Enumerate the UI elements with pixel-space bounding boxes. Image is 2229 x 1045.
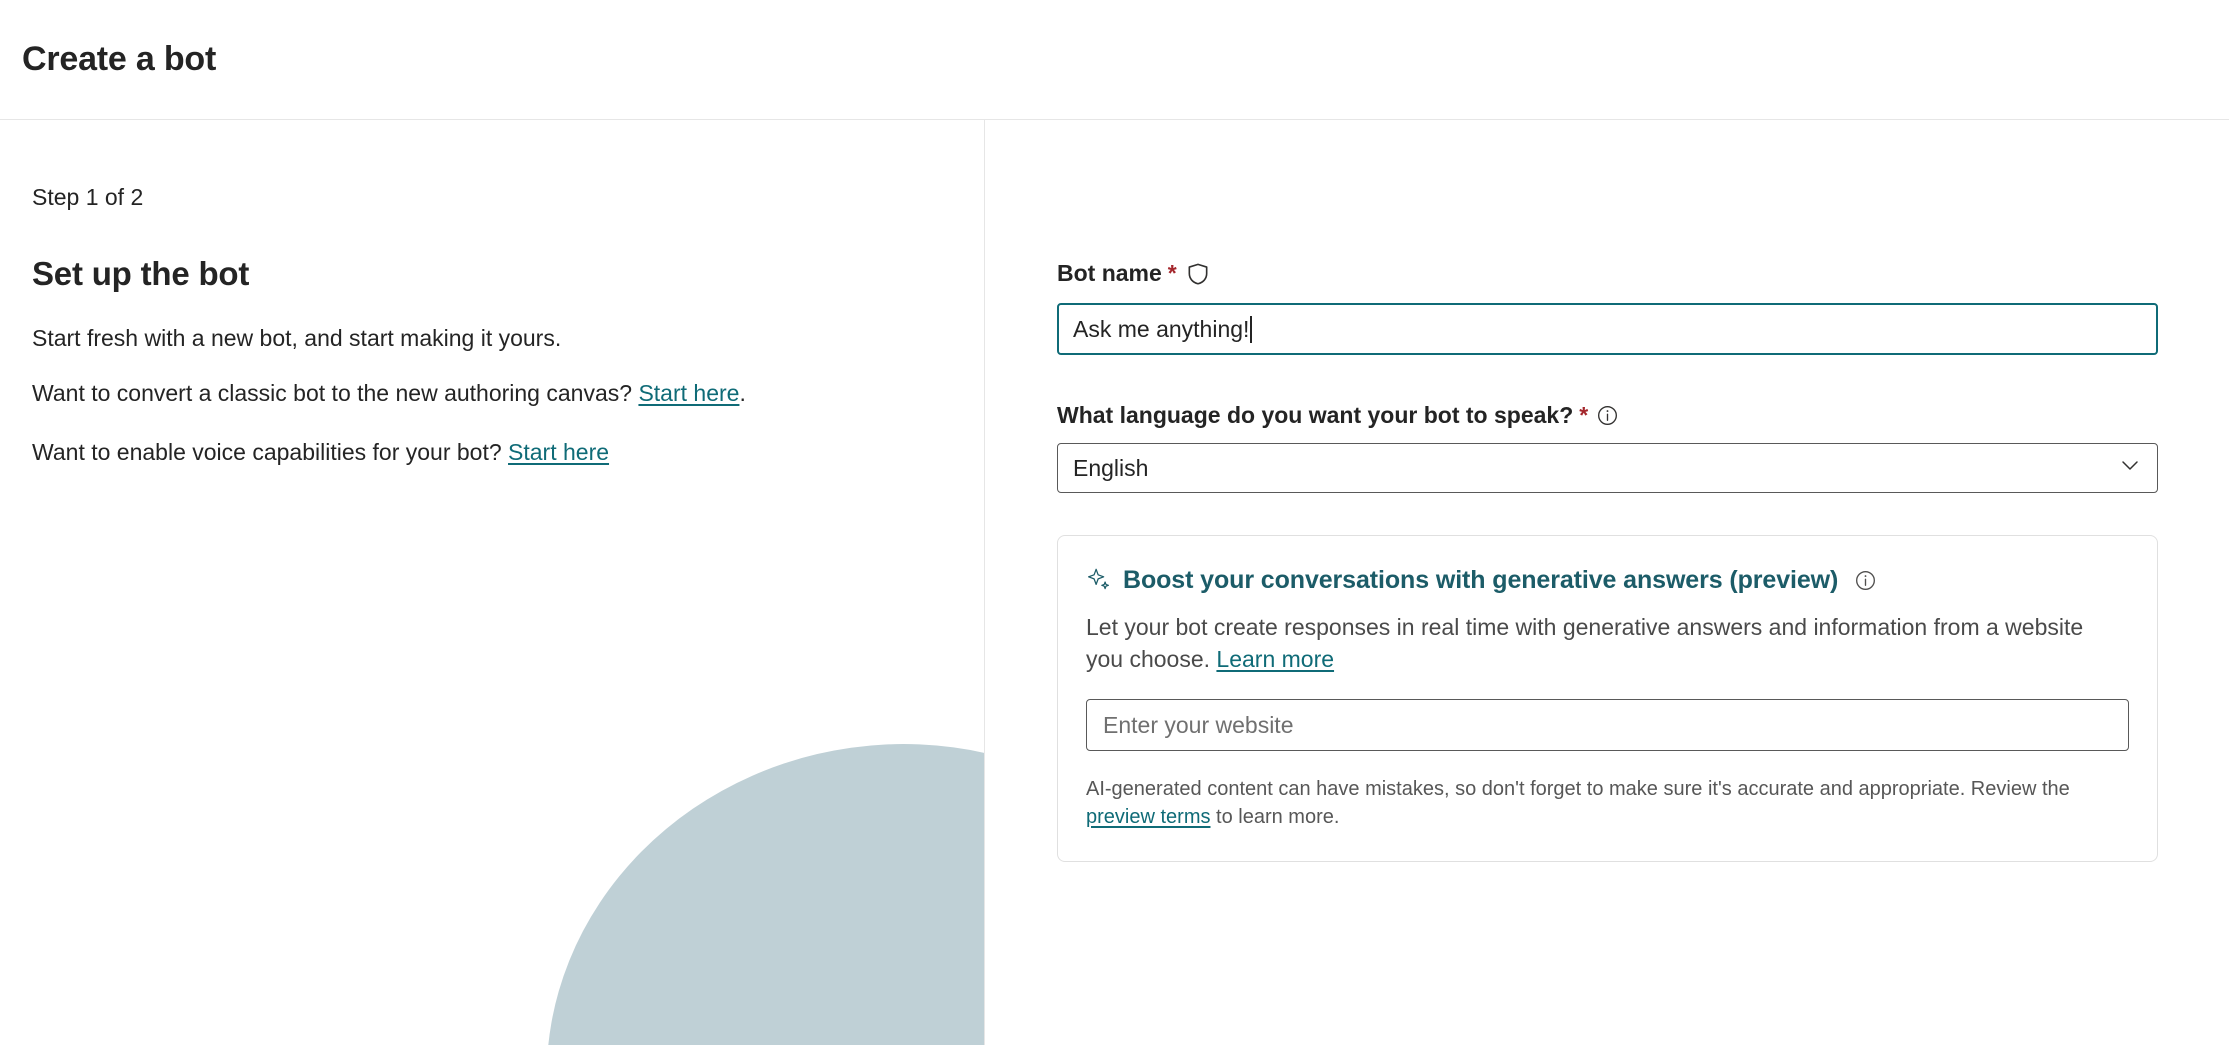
classic-bot-start-here-link[interactable]: Start here — [638, 380, 739, 406]
left-heading: Set up the bot — [32, 254, 250, 292]
text-cursor — [1250, 315, 1253, 343]
generative-answers-title: Boost your conversations with generative… — [1123, 566, 1839, 594]
language-selected-value: English — [1073, 454, 1149, 481]
classic-bot-paragraph: Want to convert a classic bot to the new… — [32, 378, 852, 409]
voice-start-here-link[interactable]: Start here — [508, 439, 609, 465]
step-indicator: Step 1 of 2 — [32, 184, 144, 210]
info-icon[interactable] — [1854, 569, 1877, 592]
voice-capabilities-paragraph: Want to enable voice capabilities for yo… — [32, 437, 852, 468]
language-label-row: What language do you want your bot to sp… — [1057, 402, 2158, 429]
sparkle-icon — [1086, 567, 1113, 594]
classic-bot-text-suffix: . — [739, 380, 746, 407]
page-title: Create a bot — [22, 40, 217, 78]
language-select[interactable]: English — [1057, 443, 2158, 493]
generative-answers-header: Boost your conversations with generative… — [1086, 566, 2129, 595]
left-info-pane: Step 1 of 2 Set up the bot Start fresh w… — [0, 120, 985, 1045]
content-split: Step 1 of 2 Set up the bot Start fresh w… — [0, 120, 2229, 1045]
ai-disclaimer-note: AI-generated content can have mistakes, … — [1086, 775, 2116, 831]
website-input-placeholder: Enter your website — [1103, 711, 1294, 738]
bot-name-label: Bot name — [1057, 260, 1162, 286]
classic-bot-text: Want to convert a classic bot to the new… — [32, 380, 639, 407]
bot-name-input[interactable]: Ask me anything! — [1057, 303, 2158, 355]
preview-terms-link[interactable]: preview terms — [1086, 806, 1210, 828]
decorative-blob — [504, 699, 984, 1045]
shield-icon — [1185, 261, 1211, 287]
ai-disclaimer-text-suffix: to learn more. — [1210, 806, 1340, 828]
chevron-down-icon — [2118, 453, 2142, 483]
language-required-marker: * — [1579, 402, 1589, 428]
voice-capabilities-text: Want to enable voice capabilities for yo… — [32, 439, 509, 466]
ai-disclaimer-text: AI-generated content can have mistakes, … — [1086, 778, 2070, 800]
learn-more-link[interactable]: Learn more — [1216, 646, 1334, 672]
bot-name-required-marker: * — [1167, 260, 1177, 286]
bot-name-input-value: Ask me anything! — [1073, 315, 1250, 342]
intro-paragraph: Start fresh with a new bot, and start ma… — [32, 324, 562, 351]
bot-name-label-row: Bot name * — [1057, 260, 2158, 287]
language-label: What language do you want your bot to sp… — [1057, 402, 1574, 428]
generative-answers-description: Let your bot create responses in real ti… — [1086, 612, 2086, 675]
website-input[interactable]: Enter your website — [1086, 699, 2129, 751]
info-icon[interactable] — [1596, 404, 1619, 427]
right-form-pane: Bot name * Ask me anything! What languag… — [985, 120, 2229, 1045]
generative-answers-card: Boost your conversations with generative… — [1057, 535, 2158, 862]
page-header: Create a bot — [0, 0, 2229, 120]
